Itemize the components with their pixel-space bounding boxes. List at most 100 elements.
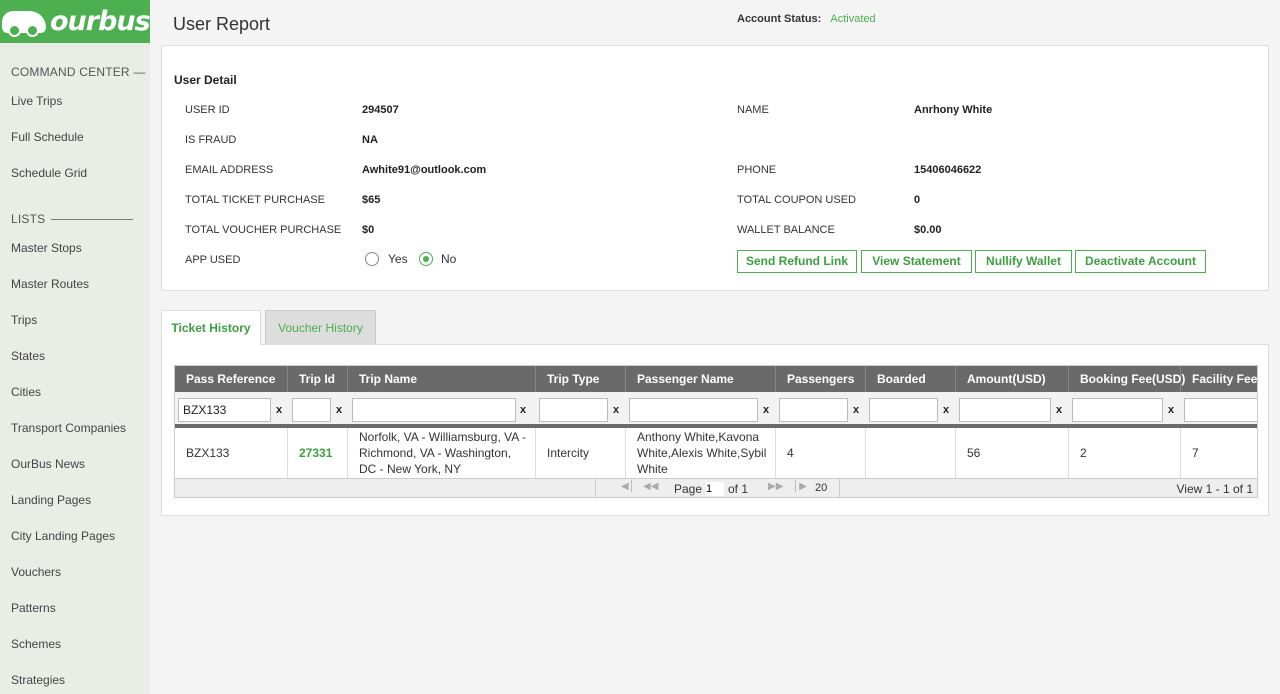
bus-logo-icon bbox=[2, 10, 46, 37]
sidebar-item-master-routes[interactable]: Master Routes bbox=[11, 277, 89, 291]
column-header-trip-name[interactable]: Trip Name bbox=[348, 366, 536, 392]
sidebar-item-live-trips[interactable]: Live Trips bbox=[11, 94, 62, 108]
sidebar-item-patterns[interactable]: Patterns bbox=[11, 601, 56, 615]
is-fraud-label: IS FRAUD bbox=[185, 134, 237, 146]
app-used-label: APP USED bbox=[185, 254, 241, 266]
section-lists: LISTS bbox=[11, 212, 134, 226]
filter-facility-fee-input[interactable] bbox=[1184, 398, 1257, 422]
brand-logo[interactable]: ourbus bbox=[0, 0, 151, 43]
filter-trip-type-input[interactable] bbox=[539, 398, 608, 422]
rows-per-page-select[interactable]: 20 bbox=[815, 482, 827, 494]
wallet-label: WALLET BALANCE bbox=[737, 224, 835, 236]
app-used-yes-label[interactable]: Yes bbox=[388, 252, 408, 266]
filter-passengers-input[interactable] bbox=[779, 398, 848, 422]
email-label: EMAIL ADDRESS bbox=[185, 164, 274, 176]
cell-passengers: 4 bbox=[776, 428, 866, 478]
sidebar-item-city-landing-pages[interactable]: City Landing Pages bbox=[11, 529, 115, 543]
sidebar-item-trips[interactable]: Trips bbox=[11, 313, 37, 327]
filter-boarded-input[interactable] bbox=[869, 398, 938, 422]
cell-trip-type: Intercity bbox=[536, 428, 626, 478]
total-coupon-label: TOTAL COUPON USED bbox=[737, 194, 856, 206]
sidebar-item-transport-companies[interactable]: Transport Companies bbox=[11, 421, 126, 435]
filter-booking-fee-input[interactable] bbox=[1072, 398, 1163, 422]
column-header-amount[interactable]: Amount(USD) bbox=[956, 366, 1069, 392]
send-refund-link-button[interactable]: Send Refund Link bbox=[737, 250, 857, 273]
filter-pass-reference-input[interactable] bbox=[178, 398, 271, 422]
filter-clear-passengers[interactable]: x bbox=[849, 398, 863, 422]
column-header-passengers[interactable]: Passengers bbox=[776, 366, 866, 392]
next-page-icon[interactable]: ▶▶ bbox=[768, 481, 783, 492]
cell-trip-id-link[interactable]: 27331 bbox=[288, 428, 348, 478]
filter-trip-id-input[interactable] bbox=[292, 398, 331, 422]
last-page-icon[interactable]: │▶ bbox=[793, 481, 807, 492]
filter-clear-trip-name[interactable]: x bbox=[516, 398, 530, 422]
filter-clear-trip-type[interactable]: x bbox=[609, 398, 623, 422]
name-label: NAME bbox=[737, 104, 769, 116]
cell-boarded bbox=[866, 428, 956, 478]
phone-value: 15406046622 bbox=[914, 164, 982, 176]
filter-clear-boarded[interactable]: x bbox=[939, 398, 953, 422]
brand-name: ourbus bbox=[50, 6, 151, 37]
grid-pager: ◀│ ◀◀ Page of 1 ▶▶ │▶ 20 View 1 - 1 of 1 bbox=[175, 478, 1257, 497]
pager-controls: ◀│ ◀◀ Page of 1 ▶▶ │▶ 20 bbox=[595, 479, 840, 497]
user-detail-panel: User Detail USER ID 294507 NAME Anrhony … bbox=[161, 45, 1269, 291]
tab-ticket-history[interactable]: Ticket History bbox=[161, 310, 261, 345]
column-header-facility-fee[interactable]: Facility Fee(U bbox=[1181, 366, 1257, 392]
wallet-value: $0.00 bbox=[914, 224, 942, 236]
nullify-wallet-button[interactable]: Nullify Wallet bbox=[975, 250, 1072, 273]
app-used-no-radio[interactable] bbox=[419, 252, 433, 266]
column-header-trip-id[interactable]: Trip Id bbox=[288, 366, 348, 392]
sidebar-item-schedule-grid[interactable]: Schedule Grid bbox=[11, 166, 87, 180]
app-used-no-label[interactable]: No bbox=[441, 252, 456, 266]
email-value: Awhite91@outlook.com bbox=[362, 164, 487, 176]
filter-clear-trip-id[interactable]: x bbox=[332, 398, 346, 422]
view-statement-button[interactable]: View Statement bbox=[861, 250, 972, 273]
page-count: of 1 bbox=[728, 482, 749, 496]
table-row[interactable]: BZX133 27331 Norfolk, VA - Williamsburg,… bbox=[175, 428, 1257, 478]
filter-clear-amount[interactable]: x bbox=[1052, 398, 1066, 422]
sidebar-item-full-schedule[interactable]: Full Schedule bbox=[11, 130, 84, 144]
is-fraud-value: NA bbox=[362, 134, 378, 146]
view-records-text: View 1 - 1 of 1 bbox=[1176, 482, 1254, 496]
filter-clear-booking-fee[interactable]: x bbox=[1164, 398, 1178, 422]
column-header-passenger-name[interactable]: Passenger Name bbox=[626, 366, 776, 392]
first-page-icon[interactable]: ◀│ bbox=[621, 481, 635, 492]
column-header-trip-type[interactable]: Trip Type bbox=[536, 366, 626, 392]
filter-clear-passenger-name[interactable]: x bbox=[759, 398, 773, 422]
sidebar-item-master-stops[interactable]: Master Stops bbox=[11, 241, 82, 255]
account-status-label: Account Status: bbox=[737, 13, 822, 25]
sidebar-item-vouchers[interactable]: Vouchers bbox=[11, 565, 61, 579]
sidebar-item-states[interactable]: States bbox=[11, 349, 45, 363]
cell-trip-name: Norfolk, VA - Williamsburg, VA - Richmon… bbox=[348, 428, 536, 478]
account-status-value: Activated bbox=[830, 13, 876, 25]
ticket-history-grid: Pass Reference Trip Id Trip Name Trip Ty… bbox=[174, 365, 1258, 498]
total-voucher-label: TOTAL VOUCHER PURCHASE bbox=[185, 224, 342, 236]
cell-booking-fee: 2 bbox=[1069, 428, 1181, 478]
sidebar-item-landing-pages[interactable]: Landing Pages bbox=[11, 493, 91, 507]
page-title: User Report bbox=[173, 14, 271, 34]
sidebar-item-cities[interactable]: Cities bbox=[11, 385, 41, 399]
cell-amount: 56 bbox=[956, 428, 1069, 478]
sidebar: ourbus COMMAND CENTER — Live Trips Full … bbox=[0, 0, 151, 694]
page-number-input[interactable] bbox=[706, 482, 724, 496]
column-header-pass-reference[interactable]: Pass Reference bbox=[175, 366, 288, 392]
tab-voucher-history[interactable]: Voucher History bbox=[265, 310, 376, 345]
cell-passenger-name: Anthony White,Kavona White,Alexis White,… bbox=[626, 428, 776, 478]
filter-trip-name-input[interactable] bbox=[352, 398, 516, 422]
user-id-label: USER ID bbox=[185, 104, 230, 116]
filter-passenger-name-input[interactable] bbox=[629, 398, 758, 422]
filter-clear-pass-reference[interactable]: x bbox=[272, 398, 286, 422]
column-header-booking-fee[interactable]: Booking Fee(USD) bbox=[1069, 366, 1185, 392]
filter-amount-input[interactable] bbox=[959, 398, 1051, 422]
phone-label: PHONE bbox=[737, 164, 777, 176]
app-used-yes-radio[interactable] bbox=[365, 252, 379, 266]
prev-page-icon[interactable]: ◀◀ bbox=[643, 481, 658, 492]
section-command-center: COMMAND CENTER — bbox=[11, 65, 146, 79]
sidebar-item-ourbus-news[interactable]: OurBus News bbox=[11, 457, 85, 471]
total-voucher-value: $0 bbox=[362, 224, 375, 236]
sidebar-item-strategies[interactable]: Strategies bbox=[11, 673, 65, 687]
deactivate-account-button[interactable]: Deactivate Account bbox=[1075, 250, 1206, 273]
sidebar-item-schemes[interactable]: Schemes bbox=[11, 637, 61, 651]
column-header-boarded[interactable]: Boarded bbox=[866, 366, 956, 392]
total-coupon-value: 0 bbox=[914, 194, 921, 206]
